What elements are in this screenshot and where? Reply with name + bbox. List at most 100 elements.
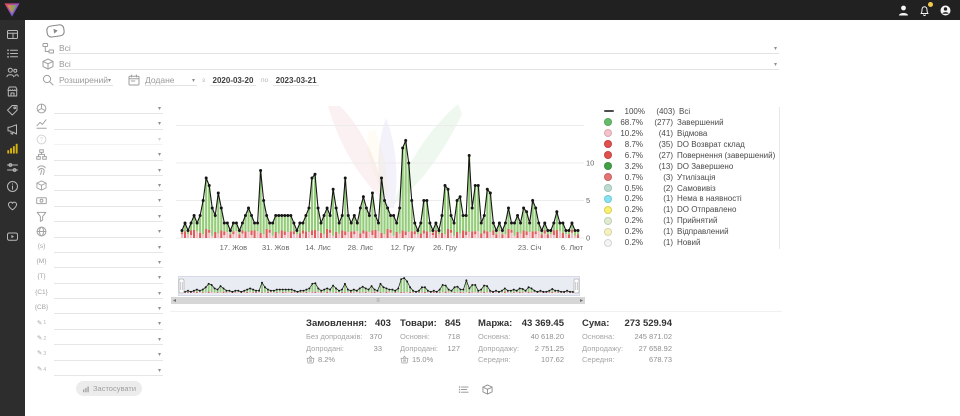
legend-label: Відмова [677,129,707,138]
summary-divider [170,311,782,312]
legend-item[interactable]: 0.2%(1)Відправлений [604,226,776,237]
chevron-down-icon: ▾ [158,244,163,252]
status-filter-select[interactable]: Всі ▾ [59,41,779,54]
scroll-right-icon[interactable]: ▸ [578,298,585,304]
legend-item[interactable]: 3.2%(13)DO Завершено [604,161,776,172]
brush-handle-left[interactable] [179,279,184,293]
legend-count: (27) [648,151,673,160]
legend-item[interactable]: 68.7%(277)Завершений [604,117,776,128]
legend-count: (1) [648,205,673,214]
filter-row-status: Всі ▾ [42,41,779,54]
nav-dashboard-icon[interactable] [6,28,19,41]
nav-marketing-icon[interactable] [6,123,19,136]
legend-item[interactable]: 0.7%(3)Утилізація [604,172,776,183]
chevron-down-icon: ▾ [192,77,197,85]
date-to-input[interactable]: 2023-03-21 [273,73,319,86]
legend-item[interactable]: 0.5%(2)Самовивіз [604,183,776,194]
filter-funnel-select[interactable]: ▾ [35,207,163,222]
chevron-down-icon: ▾ [158,320,163,328]
legend-item[interactable]: 0.2%(1)Новий [604,237,776,248]
summary-sub-value: 33 [374,344,382,353]
filter-region-select[interactable]: ▾ [35,222,163,237]
scroll-left-icon[interactable]: ◂ [171,298,178,304]
braces-icon: {CB} [35,302,48,314]
products-filter-select[interactable]: Всі ▾ [59,57,779,70]
legend-percent: 6.7% [616,151,643,160]
legend-item[interactable]: 10.2%(41)Відмова [604,128,776,139]
chart-range-brush[interactable] [178,276,580,296]
nav-products-icon[interactable] [6,104,19,117]
legend-item[interactable]: 0.2%(1)DO Отправлено [604,204,776,215]
nav-customers-icon[interactable] [6,66,19,79]
svg-text:10: 10 [586,159,594,168]
filter-help-select: ?▾ [35,130,163,145]
legend-item[interactable]: 8.7%(35)DO Возврат склад [604,139,776,150]
filter-row-products: Всі ▾ [42,57,779,70]
filter-var-m-select[interactable]: {M}▾ [35,253,163,268]
summary-sub-label: Допродажу: [478,344,519,353]
filter-fingerprint-select[interactable]: ▾ [35,161,163,176]
legend-count: (35) [648,140,673,149]
legend-label: Утилізація [677,173,715,182]
filter-custom-3-select[interactable]: ✎3 ▾ [35,345,163,360]
legend-item[interactable]: 100%(403)Всі [604,106,776,117]
date-from-input[interactable]: 2020-03-20 [210,73,256,86]
summary-column: Сума:273 529.94Основна:245 871.02Допрода… [582,318,672,364]
legend-percent: 68.7% [616,118,643,127]
nav-orders-icon[interactable] [6,47,19,60]
pencil-icon: ✎3 [35,349,48,361]
chevron-down-icon: ▾ [158,197,163,205]
filter-var-cb-select[interactable]: {CB}▾ [35,299,163,314]
nav-analytics-icon[interactable] [6,142,19,155]
filter-custom-2-select[interactable]: ✎2▾ [35,330,163,345]
globe-icon [35,226,48,238]
date-field-select[interactable]: Додане ▾ [145,73,197,86]
filter-wheel-select[interactable]: ▾ [35,99,163,114]
video-help-icon[interactable] [44,23,67,39]
brush-handle-right[interactable] [574,279,579,293]
summary-title: Сума: [582,318,609,329]
notifications-bell-icon[interactable] [918,4,931,17]
nav-info-icon[interactable] [6,180,19,193]
legend-label: Новий [677,238,700,247]
summary-sub-value: 245 871.02 [634,332,672,341]
scrollbar-grip-icon[interactable]: ≡ [376,298,380,304]
legend-item[interactable]: 6.7%(27)Повернення (завершений) [604,150,776,161]
chevron-down-icon: ▾ [158,274,163,282]
filter-var-s-value: ▾ [54,241,163,253]
nav-settings-icon[interactable] [6,161,19,174]
filter-var-t-select[interactable]: {T}▾ [35,268,163,283]
filter-payment-select[interactable]: ▾ [35,191,163,206]
funnel-icon [35,210,48,222]
search-mode-select[interactable]: Розширений ▾ [59,73,113,86]
nav-store-icon[interactable] [6,85,19,98]
summary-value: 403 [375,318,391,329]
apply-filters-button[interactable]: Застосувати [76,381,142,396]
orders-timeline-chart[interactable]: 17. Жов31. Жов14. Лис28. Лис12. Гру26. Г… [176,102,606,260]
nav-favorites-icon[interactable] [6,199,19,212]
nav-video-icon[interactable] [6,230,19,243]
chevron-down-icon: ▾ [158,105,163,113]
filter-var-c1-select[interactable]: {C1}▾ [35,284,163,299]
account-icon[interactable] [939,4,952,17]
filter-structure-select[interactable]: ▾ [35,145,163,160]
filter-product-select[interactable]: ▾ [35,176,163,191]
app-logo-icon[interactable] [3,2,21,18]
summary-column: Маржа:43 369.45Основна:40 618.20Допродаж… [478,318,564,364]
products-view-icon[interactable] [482,384,493,395]
chevron-down-icon: ▾ [158,290,163,298]
filter-custom-4-select[interactable]: ✎4▾ [35,361,163,376]
filter-custom-1-select[interactable]: ✎1▾ [35,314,163,329]
notification-badge [928,2,933,7]
summary-title: Товари: [400,318,437,329]
chevron-down-icon: ▾ [158,351,163,359]
chevron-down-icon: ▾ [774,45,779,53]
legend-item[interactable]: 0.2%(1)Прийнятий [604,215,776,226]
filter-trend-select[interactable]: ▾ [35,114,163,129]
legend-item[interactable]: 0.2%(1)Нема в наявності [604,194,776,205]
chart-horizontal-scrollbar[interactable]: ◂ ≡ ▸ [171,297,585,304]
user-icon[interactable] [897,4,910,17]
summary-sub-label: Допродані: [306,344,344,353]
filter-var-s-select[interactable]: {s}▾ [35,238,163,253]
orders-list-view-icon[interactable] [458,384,469,395]
